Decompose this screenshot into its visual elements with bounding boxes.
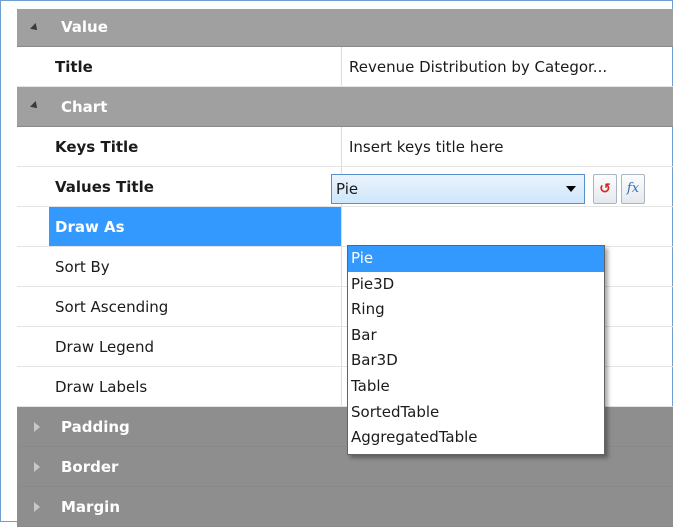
draw-as-dropdown-list[interactable]: Pie Pie3D Ring Bar Bar3D Table SortedTable Aggr… — [347, 245, 605, 455]
property-name: Keys Title — [55, 138, 139, 156]
column-divider — [341, 247, 342, 286]
property-value[interactable]: Revenue Distribution by Categor... — [349, 47, 665, 87]
dropdown-option[interactable]: Pie3D — [348, 272, 604, 298]
category-chart[interactable]: Chart — [17, 87, 673, 127]
property-name: Draw Labels — [55, 378, 148, 396]
category-margin[interactable]: Margin — [17, 487, 673, 527]
collapse-triangle-icon[interactable] — [30, 101, 40, 111]
category-label: Value — [61, 18, 108, 36]
property-value[interactable]: Insert keys title here — [349, 127, 665, 167]
column-divider — [341, 207, 342, 246]
property-name: Sort By — [55, 258, 110, 276]
dropdown-option[interactable]: Ring — [348, 297, 604, 323]
draw-as-combobox[interactable]: Pie — [331, 174, 585, 204]
dropdown-option[interactable]: AggregatedTable — [348, 425, 604, 451]
property-name: Draw Legend — [55, 338, 155, 356]
column-divider — [341, 47, 342, 86]
property-grid-frame: Value Title Revenue Distribution by Cate… — [0, 0, 673, 527]
column-divider — [341, 127, 342, 166]
collapse-triangle-icon[interactable] — [30, 23, 40, 33]
property-row-draw-as[interactable]: Draw As — [17, 207, 673, 247]
expand-triangle-icon[interactable] — [34, 422, 40, 432]
dropdown-option[interactable]: Bar — [348, 323, 604, 349]
dropdown-option[interactable]: SortedTable — [348, 400, 604, 426]
expand-triangle-icon[interactable] — [34, 502, 40, 512]
category-label: Padding — [61, 418, 130, 436]
dropdown-option[interactable]: Pie — [348, 246, 604, 272]
property-row-keys-title[interactable]: Keys Title Insert keys title here — [17, 127, 673, 167]
property-name: Draw As — [55, 218, 125, 236]
column-divider — [341, 287, 342, 326]
reset-button[interactable]: ↺ — [593, 174, 617, 204]
category-label: Chart — [61, 98, 108, 116]
expression-button[interactable]: fx — [621, 174, 645, 204]
column-divider — [341, 367, 342, 406]
dropdown-option[interactable]: Bar3D — [348, 348, 604, 374]
expand-triangle-icon[interactable] — [34, 462, 40, 472]
fx-icon: fx — [626, 181, 640, 196]
column-divider — [341, 327, 342, 366]
combobox-value: Pie — [336, 180, 359, 198]
dropdown-arrow-icon[interactable] — [566, 186, 576, 192]
category-label: Margin — [61, 498, 121, 516]
property-name: Sort Ascending — [55, 298, 169, 316]
property-row-title[interactable]: Title Revenue Distribution by Categor... — [17, 47, 673, 87]
property-name: Values Title — [55, 178, 154, 196]
dropdown-option[interactable]: Table — [348, 374, 604, 400]
property-name: Title — [55, 58, 93, 76]
reset-arrow-icon: ↺ — [599, 181, 611, 197]
category-value[interactable]: Value — [17, 9, 673, 47]
category-label: Border — [61, 458, 119, 476]
